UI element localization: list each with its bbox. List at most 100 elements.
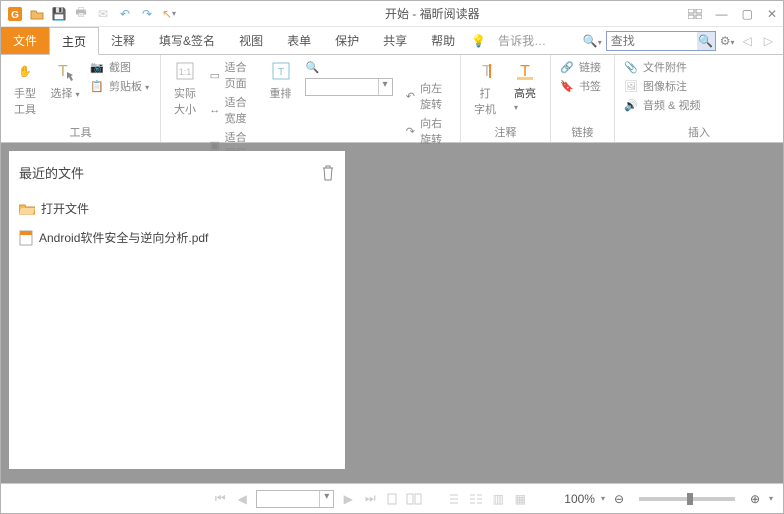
zoom-menu-icon[interactable]: ▾ (769, 494, 773, 503)
zoom-percent: 100% (564, 492, 595, 506)
select-tool-button[interactable]: T 选择 ▾ (49, 59, 81, 101)
redo-icon[interactable]: ↷ (139, 6, 155, 22)
prev-page-icon: ◀ (234, 491, 250, 507)
recent-files-heading: 最近的文件 (19, 163, 84, 182)
bulb-icon: 💡 (467, 27, 490, 54)
gear-icon[interactable]: ⚙▾ (720, 34, 735, 48)
continuous-icon (446, 491, 462, 507)
group-label-tools: 工具 (9, 122, 152, 140)
start-panel: 最近的文件 打开文件 Android软件安全与逆向分析.pdf (9, 151, 345, 469)
bookmark-button[interactable]: 🔖书签 (559, 78, 601, 94)
rotate-right-icon: ↷ (405, 123, 417, 139)
audio-video-button[interactable]: 🔊音频 & 视频 (623, 97, 700, 113)
tab-help[interactable]: 帮助 (419, 27, 467, 54)
fit-page-icon: ▭ (209, 67, 221, 83)
tab-fill-sign[interactable]: 填写&签名 (147, 27, 227, 54)
folder-open-icon (19, 203, 35, 215)
tab-protect[interactable]: 保护 (323, 27, 371, 54)
tab-home[interactable]: 主页 (49, 27, 99, 55)
tab-share[interactable]: 共享 (371, 27, 419, 54)
select-icon: T (53, 59, 77, 83)
link-button[interactable]: 🔗链接 (559, 59, 601, 75)
group-label-insert: 插入 (623, 122, 775, 140)
zoom-dropdown-icon[interactable]: ▾ (601, 494, 605, 503)
undo-icon[interactable]: ↶ (117, 6, 133, 22)
zoom-thumb[interactable] (687, 493, 693, 505)
reflow-icon: T (269, 59, 293, 83)
trash-icon[interactable] (321, 165, 335, 181)
bookmark-icon: 🔖 (559, 78, 575, 94)
print-icon[interactable]: 🖶 (73, 6, 89, 22)
zoom-out-button[interactable]: ⊖ (611, 491, 627, 507)
page-number-input[interactable]: ▾ (256, 490, 334, 508)
svg-text:T: T (58, 63, 68, 80)
clipboard-button[interactable]: 📋剪贴板 ▾ (89, 78, 149, 94)
tab-view[interactable]: 视图 (227, 27, 275, 54)
search-button[interactable]: 🔍 (697, 32, 715, 50)
chevron-down-icon[interactable]: ▾ (378, 79, 392, 95)
mail-icon: ✉ (95, 6, 111, 22)
open-icon[interactable] (29, 6, 45, 22)
snapshot-button[interactable]: 📷截图 (89, 59, 149, 75)
rotate-right-button[interactable]: ↷向右旋转 (405, 115, 453, 147)
tell-me-field[interactable]: 告诉我… (490, 27, 554, 54)
minimize-button[interactable]: — (716, 7, 728, 21)
hand-tool-button[interactable]: ✋ 手型 工具 (9, 59, 41, 117)
save-icon[interactable]: 💾 (51, 6, 67, 22)
chevron-down-icon[interactable]: ▾ (319, 491, 333, 507)
actual-size-icon: 1:1 (173, 59, 197, 83)
recent-file-item[interactable]: Android软件安全与逆向分析.pdf (19, 229, 335, 246)
group-label-links: 链接 (559, 122, 606, 140)
ribbon-mode-icon[interactable] (688, 9, 702, 19)
svg-text:G: G (11, 10, 19, 21)
document-area: 最近的文件 打开文件 Android软件安全与逆向分析.pdf (1, 143, 783, 483)
tab-form[interactable]: 表单 (275, 27, 323, 54)
last-page-icon: ⏭ (362, 491, 378, 507)
tab-comment[interactable]: 注释 (99, 27, 147, 54)
close-button[interactable]: ✕ (767, 7, 777, 21)
search-box[interactable]: 🔍 (606, 31, 716, 51)
image-annotation-button[interactable]: 🖼图像标注 (623, 78, 700, 94)
zoom-in-button[interactable]: ⊕ (747, 491, 763, 507)
first-page-icon: ⏮ (212, 491, 228, 507)
fit-page-button[interactable]: ▭适合页面 (209, 59, 257, 91)
attachment-button[interactable]: 📎文件附件 (623, 59, 700, 75)
zoom-dropdown-button[interactable]: 🔍 (305, 59, 393, 75)
nav-prev-icon[interactable]: ◁ (739, 34, 756, 48)
reflow-button[interactable]: T 重排 (265, 59, 297, 101)
nav-next-icon[interactable]: ▷ (760, 34, 777, 48)
attachment-icon: 📎 (623, 59, 639, 75)
maximize-button[interactable]: ▢ (742, 7, 753, 21)
open-file-item[interactable]: 打开文件 (19, 200, 335, 217)
hand-icon: ✋ (13, 59, 37, 83)
single-page-icon (384, 491, 400, 507)
view-mode4-icon: ▦ (512, 491, 528, 507)
highlight-button[interactable]: T 高亮▾ (509, 59, 541, 113)
fit-width-icon: ↔ (209, 102, 221, 118)
typewriter-button[interactable]: T 打 字机 (469, 59, 501, 117)
fit-width-button[interactable]: ↔适合宽度 (209, 94, 257, 126)
app-logo-icon: G (7, 6, 23, 22)
next-page-icon: ▶ (340, 491, 356, 507)
rotate-left-button[interactable]: ↶向左旋转 (405, 80, 453, 112)
cursor-dropdown-icon[interactable]: ↖▾ (161, 6, 177, 22)
adv-search-icon[interactable]: 🔍▾ (583, 34, 602, 48)
window-title: 开始 - 福昕阅读器 (177, 5, 688, 22)
audio-icon: 🔊 (623, 97, 639, 113)
pdf-file-icon (19, 230, 33, 246)
actual-size-button[interactable]: 1:1 实际 大小 (169, 59, 201, 117)
highlight-icon: T (513, 59, 537, 83)
clipboard-icon: 📋 (89, 78, 105, 94)
zoom-input[interactable]: ▾ (305, 78, 393, 96)
link-icon: 🔗 (559, 59, 575, 75)
rotate-left-icon: ↶ (405, 88, 417, 104)
zoom-slider[interactable] (639, 497, 735, 501)
svg-text:T: T (277, 67, 283, 78)
search-input[interactable] (607, 34, 697, 48)
tab-file[interactable]: 文件 (1, 27, 49, 54)
svg-text:1:1: 1:1 (179, 67, 192, 77)
continuous-facing-icon (468, 491, 484, 507)
group-label-comment: 注释 (469, 122, 542, 140)
typewriter-icon: T (473, 59, 497, 83)
zoom-out-icon: 🔍 (305, 59, 321, 75)
